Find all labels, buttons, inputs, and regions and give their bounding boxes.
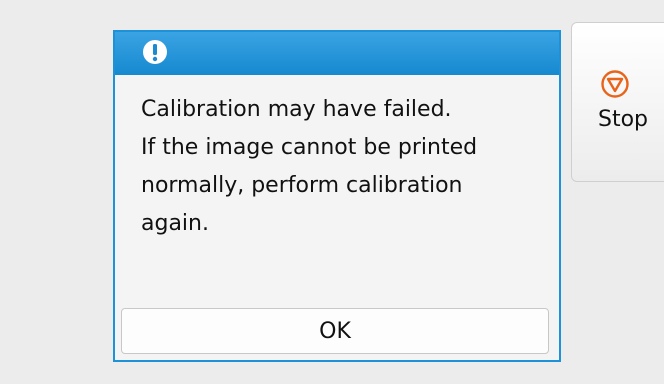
dialog-message: Calibration may have failed. If the imag…: [115, 75, 559, 243]
dialog-header: [115, 32, 559, 75]
ok-button-label: OK: [319, 318, 351, 344]
message-line: Calibration may have failed.: [141, 97, 452, 122]
stop-button-label: Stop: [598, 107, 649, 132]
message-line: again.: [141, 211, 209, 236]
error-dialog: Calibration may have failed. If the imag…: [113, 30, 561, 362]
message-line: normally, perform calibration: [141, 173, 463, 198]
message-line: If the image cannot be printed: [141, 135, 478, 160]
stop-button[interactable]: Stop: [571, 22, 664, 182]
exclamation-circle-icon: [143, 40, 167, 64]
stop-octagon-icon: [601, 70, 629, 98]
printer-panel-screen: Calibration may have failed. If the imag…: [0, 0, 664, 384]
ok-button[interactable]: OK: [121, 308, 549, 354]
